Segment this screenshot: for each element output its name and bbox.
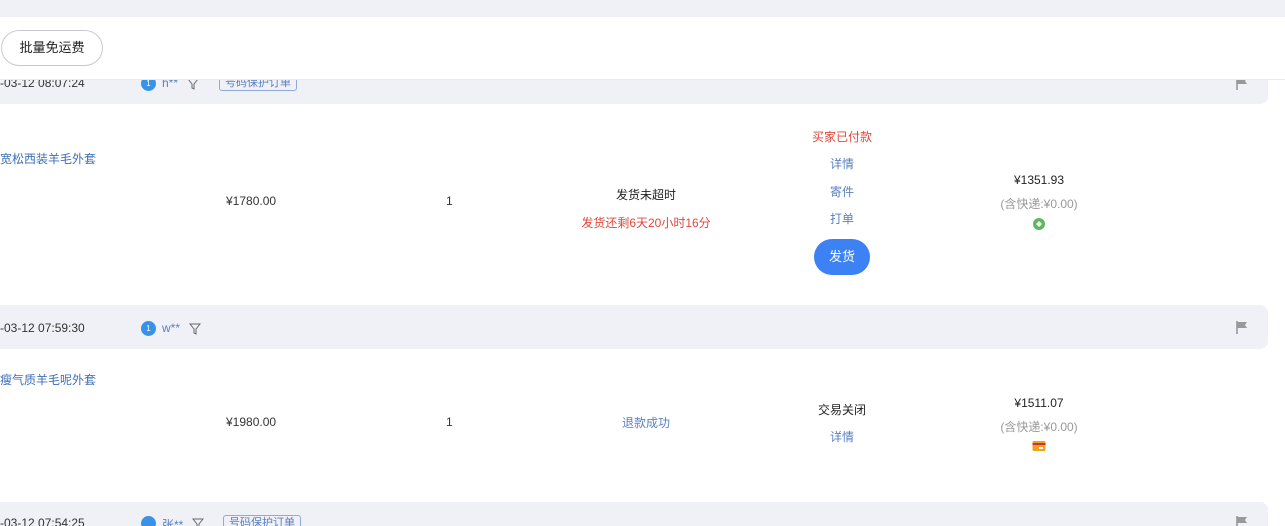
shipping-note: (含快递:¥0.00) xyxy=(1000,420,1078,434)
order-time: -03-12 07:59:30 xyxy=(0,321,85,335)
buyer-name[interactable]: 张** xyxy=(162,516,183,526)
trade-status: 买家已付款 xyxy=(811,130,873,144)
send-package-link[interactable]: 寄件 xyxy=(830,183,854,200)
flag-icon[interactable] xyxy=(1235,320,1249,335)
order-header xyxy=(0,502,1268,526)
quantity: 1 xyxy=(446,194,453,208)
batch-free-shipping-button[interactable]: 批量免运费 xyxy=(1,30,103,66)
order-tag: 号码保护订单 xyxy=(223,515,301,526)
trade-status: 交易关闭 xyxy=(817,403,867,417)
buyer-avatar-icon xyxy=(141,516,156,526)
filter-icon[interactable] xyxy=(189,323,201,335)
ship-countdown: 发货还剩6天20小时16分 xyxy=(581,216,711,230)
print-label-link[interactable]: 打单 xyxy=(830,210,854,227)
buyer-name[interactable]: w** xyxy=(162,321,180,335)
order-time: -03-12 07:54:25 xyxy=(0,516,85,526)
ship-status: 发货未超时 xyxy=(615,188,677,202)
unit-price: ¥1980.00 xyxy=(226,415,277,429)
top-strip xyxy=(0,0,1285,17)
details-link[interactable]: 详情 xyxy=(830,428,854,445)
card-pay-icon xyxy=(1032,441,1046,451)
flag-icon[interactable] xyxy=(1235,515,1249,526)
ship-button[interactable]: 发货 xyxy=(814,239,870,275)
unit-price: ¥1780.00 xyxy=(226,194,277,208)
order-total: ¥1511.07 xyxy=(1014,396,1064,410)
order-total: ¥1351.93 xyxy=(1013,173,1065,187)
refund-status-link[interactable]: 退款成功 xyxy=(622,414,670,431)
buyer-avatar-icon: 1 xyxy=(141,321,156,336)
product-title-link[interactable]: 宽松西装羊毛外套 xyxy=(0,150,96,167)
filter-icon[interactable] xyxy=(192,518,204,526)
shipping-note: (含快递:¥0.00) xyxy=(1000,197,1078,211)
details-link[interactable]: 详情 xyxy=(830,155,854,172)
quantity: 1 xyxy=(446,415,453,429)
green-pay-icon xyxy=(1033,218,1045,230)
product-title-link[interactable]: 瘦气质羊毛呢外套 xyxy=(0,371,96,388)
sticky-toolbar: 批量免运费 xyxy=(0,17,1285,80)
